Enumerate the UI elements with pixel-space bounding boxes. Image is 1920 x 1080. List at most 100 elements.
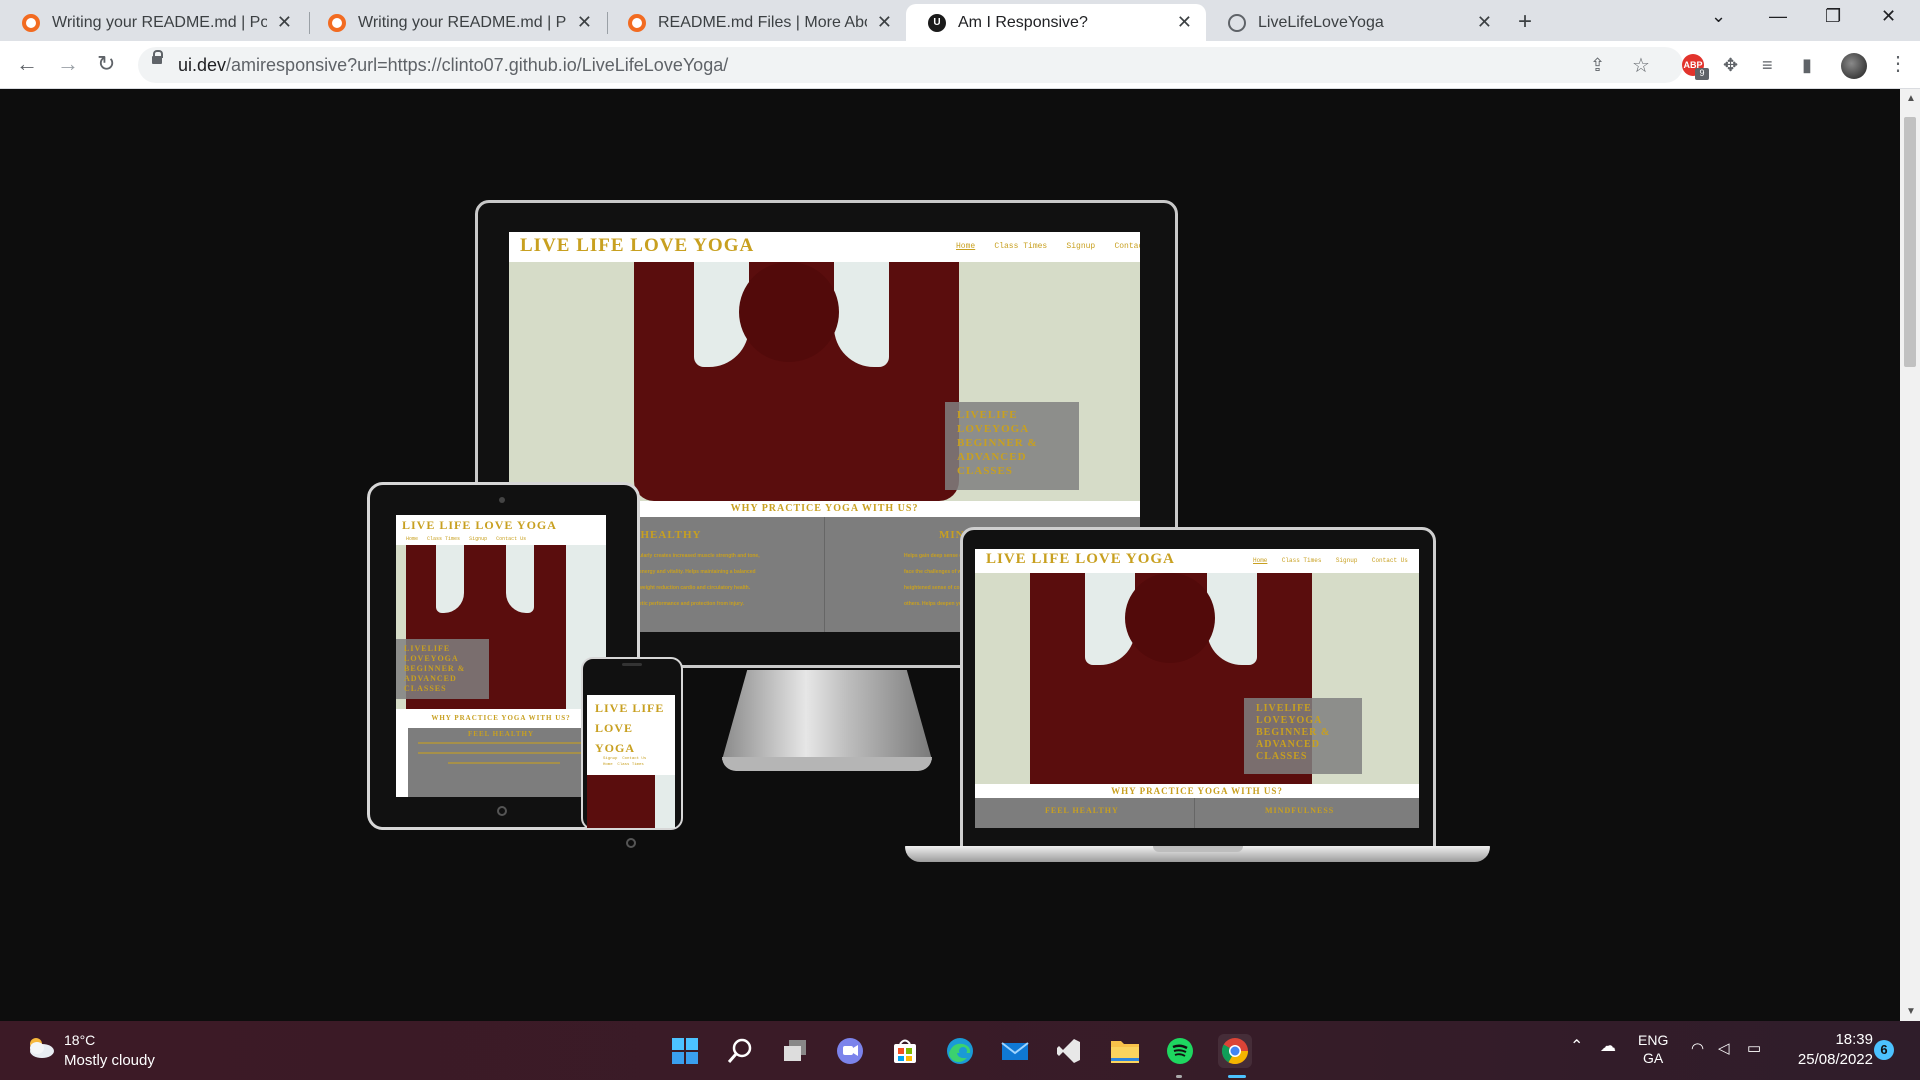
promo-line: LIVELIFE bbox=[404, 644, 451, 653]
tab-readme-1[interactable]: Writing your README.md | Portfo ✕ bbox=[0, 4, 306, 41]
nav-contact[interactable]: Contact Us bbox=[1372, 557, 1408, 564]
clock-date: 25/08/2022 bbox=[1797, 1051, 1873, 1068]
window-close-icon[interactable]: ✕ bbox=[1881, 6, 1896, 27]
forward-icon[interactable]: → bbox=[57, 51, 79, 77]
ui-dev-icon: U bbox=[928, 13, 946, 32]
minimize-icon[interactable]: — bbox=[1769, 6, 1787, 27]
nav-home[interactable]: Home bbox=[956, 242, 975, 251]
active-app-indicator bbox=[1228, 1075, 1246, 1078]
tab-readme-files[interactable]: README.md Files | More About C ✕ bbox=[606, 4, 906, 41]
hair-right bbox=[834, 262, 889, 367]
close-icon[interactable]: ✕ bbox=[1177, 12, 1192, 33]
search-icon[interactable] bbox=[723, 1034, 757, 1068]
nav-class-times[interactable]: Class Times bbox=[1282, 557, 1322, 564]
teams-chat-icon[interactable] bbox=[833, 1034, 867, 1068]
nav-class-times[interactable]: Class Times bbox=[427, 536, 460, 542]
close-icon[interactable]: ✕ bbox=[577, 12, 592, 33]
nav-class-times[interactable]: Class Times bbox=[994, 242, 1047, 251]
notification-badge[interactable]: 6 bbox=[1874, 1040, 1894, 1060]
benefit-cards: FEEL HEALTHY MINDFULNESS bbox=[975, 798, 1419, 828]
close-icon[interactable]: ✕ bbox=[1477, 12, 1492, 33]
tab-title: Writing your README.md | Portfo bbox=[52, 13, 267, 31]
cloud-sun-icon bbox=[30, 1038, 54, 1058]
restore-icon[interactable]: ❐ bbox=[1825, 6, 1841, 27]
language-code: ENG bbox=[1638, 1032, 1669, 1048]
phone-home-button[interactable] bbox=[626, 838, 636, 848]
promo-line: BEGINNER & bbox=[957, 437, 1038, 449]
promo-line: LIVELIFE bbox=[957, 409, 1018, 421]
nav-signup[interactable]: Signup bbox=[1336, 557, 1358, 564]
nav-class-times[interactable]: Class Times bbox=[617, 763, 643, 767]
spotify-icon[interactable] bbox=[1163, 1034, 1197, 1068]
nav-signup[interactable]: Signup bbox=[469, 536, 487, 542]
media-queue-icon[interactable]: ≡ bbox=[1762, 55, 1773, 76]
hero-image: LIVELIFE LOVEYOGA BEGINNER & ADVANCED CL… bbox=[975, 573, 1419, 784]
wifi-icon[interactable]: ◠ bbox=[1691, 1039, 1704, 1057]
nav-contact[interactable]: Contact Us bbox=[496, 536, 526, 542]
scroll-down-icon[interactable]: ▼ bbox=[1906, 1006, 1916, 1017]
clock[interactable]: 18:39 25/08/2022 bbox=[1783, 1030, 1873, 1070]
close-icon[interactable]: ✕ bbox=[877, 12, 892, 33]
promo-box: LIVELIFE LOVEYOGA BEGINNER & ADVANCED CL… bbox=[945, 402, 1079, 490]
hair-left bbox=[436, 545, 464, 613]
taskbar: 18°C Mostly cloudy ⌃ ☁ ENG GA ◠ ◁ ▭ 18:3… bbox=[0, 1021, 1920, 1080]
phone-site-screen: LIVE LIFE LOVE YOGA Signup Contact Us Ho… bbox=[587, 695, 675, 828]
url-text[interactable]: ui.dev/amiresponsive?url=https://clinto0… bbox=[178, 55, 728, 76]
mail-icon[interactable] bbox=[998, 1034, 1032, 1068]
why-heading: WHY PRACTICE YOGA WITH US? bbox=[975, 784, 1419, 798]
site-nav: Home Class Times Signup Contact Us bbox=[956, 242, 1140, 251]
address-bar[interactable]: ui.dev/amiresponsive?url=https://clinto0… bbox=[138, 47, 1683, 83]
input-language[interactable]: ENG GA bbox=[1638, 1031, 1668, 1067]
side-panel-icon[interactable]: ▮ bbox=[1802, 55, 1812, 76]
promo-line: BEGINNER & bbox=[404, 664, 466, 673]
site-nav: Home Class Times Signup Contact Us bbox=[1253, 557, 1408, 564]
page-scrollbar[interactable]: ▲ ▼ bbox=[1900, 89, 1920, 1021]
tab-livelifeloveyoga[interactable]: LiveLifeLoveYoga ✕ bbox=[1206, 4, 1506, 41]
site-header: LIVE LIFE LOVE YOGA bbox=[587, 695, 675, 757]
profile-avatar[interactable] bbox=[1841, 53, 1867, 79]
back-icon[interactable]: ← bbox=[16, 51, 38, 77]
tab-am-i-responsive[interactable]: U Am I Responsive? ✕ bbox=[906, 4, 1206, 41]
monitor-stand bbox=[722, 670, 932, 760]
extensions-puzzle-icon[interactable]: ✥ bbox=[1723, 55, 1738, 76]
file-explorer-icon[interactable] bbox=[1108, 1034, 1142, 1068]
scrollbar-thumb[interactable] bbox=[1904, 117, 1916, 367]
nav-contact[interactable]: Contact Us bbox=[622, 757, 646, 761]
tablet-home-button[interactable] bbox=[497, 806, 507, 816]
share-icon[interactable]: ⇪ bbox=[1590, 55, 1605, 76]
close-icon[interactable]: ✕ bbox=[277, 12, 292, 33]
laptop-site-screen: LIVE LIFE LOVE YOGA Home Class Times Sig… bbox=[975, 549, 1419, 828]
new-tab-icon[interactable]: + bbox=[1518, 8, 1532, 36]
vscode-icon[interactable] bbox=[1053, 1034, 1087, 1068]
task-view-icon[interactable] bbox=[778, 1034, 812, 1068]
tab-readme-2[interactable]: Writing your README.md | Portfo ✕ bbox=[306, 4, 606, 41]
card-text: others. Helps deepen yo bbox=[904, 601, 962, 607]
globe-icon bbox=[1228, 13, 1246, 32]
site-nav: Signup Contact Us Home Class Times bbox=[603, 756, 646, 768]
reload-icon[interactable]: ↻ bbox=[97, 51, 115, 77]
chrome-icon[interactable] bbox=[1218, 1034, 1252, 1068]
site-brand: LIVE LIFE LOVE YOGA bbox=[402, 518, 557, 532]
weather-temperature[interactable]: 18°C bbox=[64, 1032, 95, 1048]
edge-icon[interactable] bbox=[943, 1034, 977, 1068]
scroll-up-icon[interactable]: ▲ bbox=[1906, 93, 1916, 104]
nav-contact[interactable]: Contact Us bbox=[1114, 242, 1140, 251]
card-title-mindfulness: MINDFULNESS bbox=[1265, 806, 1335, 815]
onedrive-error-icon[interactable]: ☁ bbox=[1600, 1036, 1616, 1056]
menu-kebab-icon[interactable]: ⋮ bbox=[1888, 51, 1908, 76]
nav-signup[interactable]: Signup bbox=[1066, 242, 1095, 251]
show-hidden-icons-chevron-icon[interactable]: ⌃ bbox=[1570, 1036, 1583, 1056]
nav-home[interactable]: Home bbox=[406, 536, 418, 542]
store-icon[interactable] bbox=[888, 1034, 922, 1068]
hero-background bbox=[655, 775, 675, 828]
tab-search-chevron-icon[interactable]: ⌄ bbox=[1711, 6, 1726, 27]
volume-icon[interactable]: ◁ bbox=[1718, 1039, 1730, 1057]
weather-condition[interactable]: Mostly cloudy bbox=[64, 1052, 155, 1069]
nav-home[interactable]: Home bbox=[603, 763, 613, 767]
bookmark-star-icon[interactable]: ☆ bbox=[1632, 53, 1650, 78]
start-icon[interactable] bbox=[668, 1034, 702, 1068]
nav-signup[interactable]: Signup bbox=[603, 757, 617, 761]
site-brand: LIVE LIFE LOVE YOGA bbox=[986, 551, 1175, 567]
battery-icon[interactable]: ▭ bbox=[1747, 1039, 1761, 1057]
nav-home[interactable]: Home bbox=[1253, 557, 1267, 564]
